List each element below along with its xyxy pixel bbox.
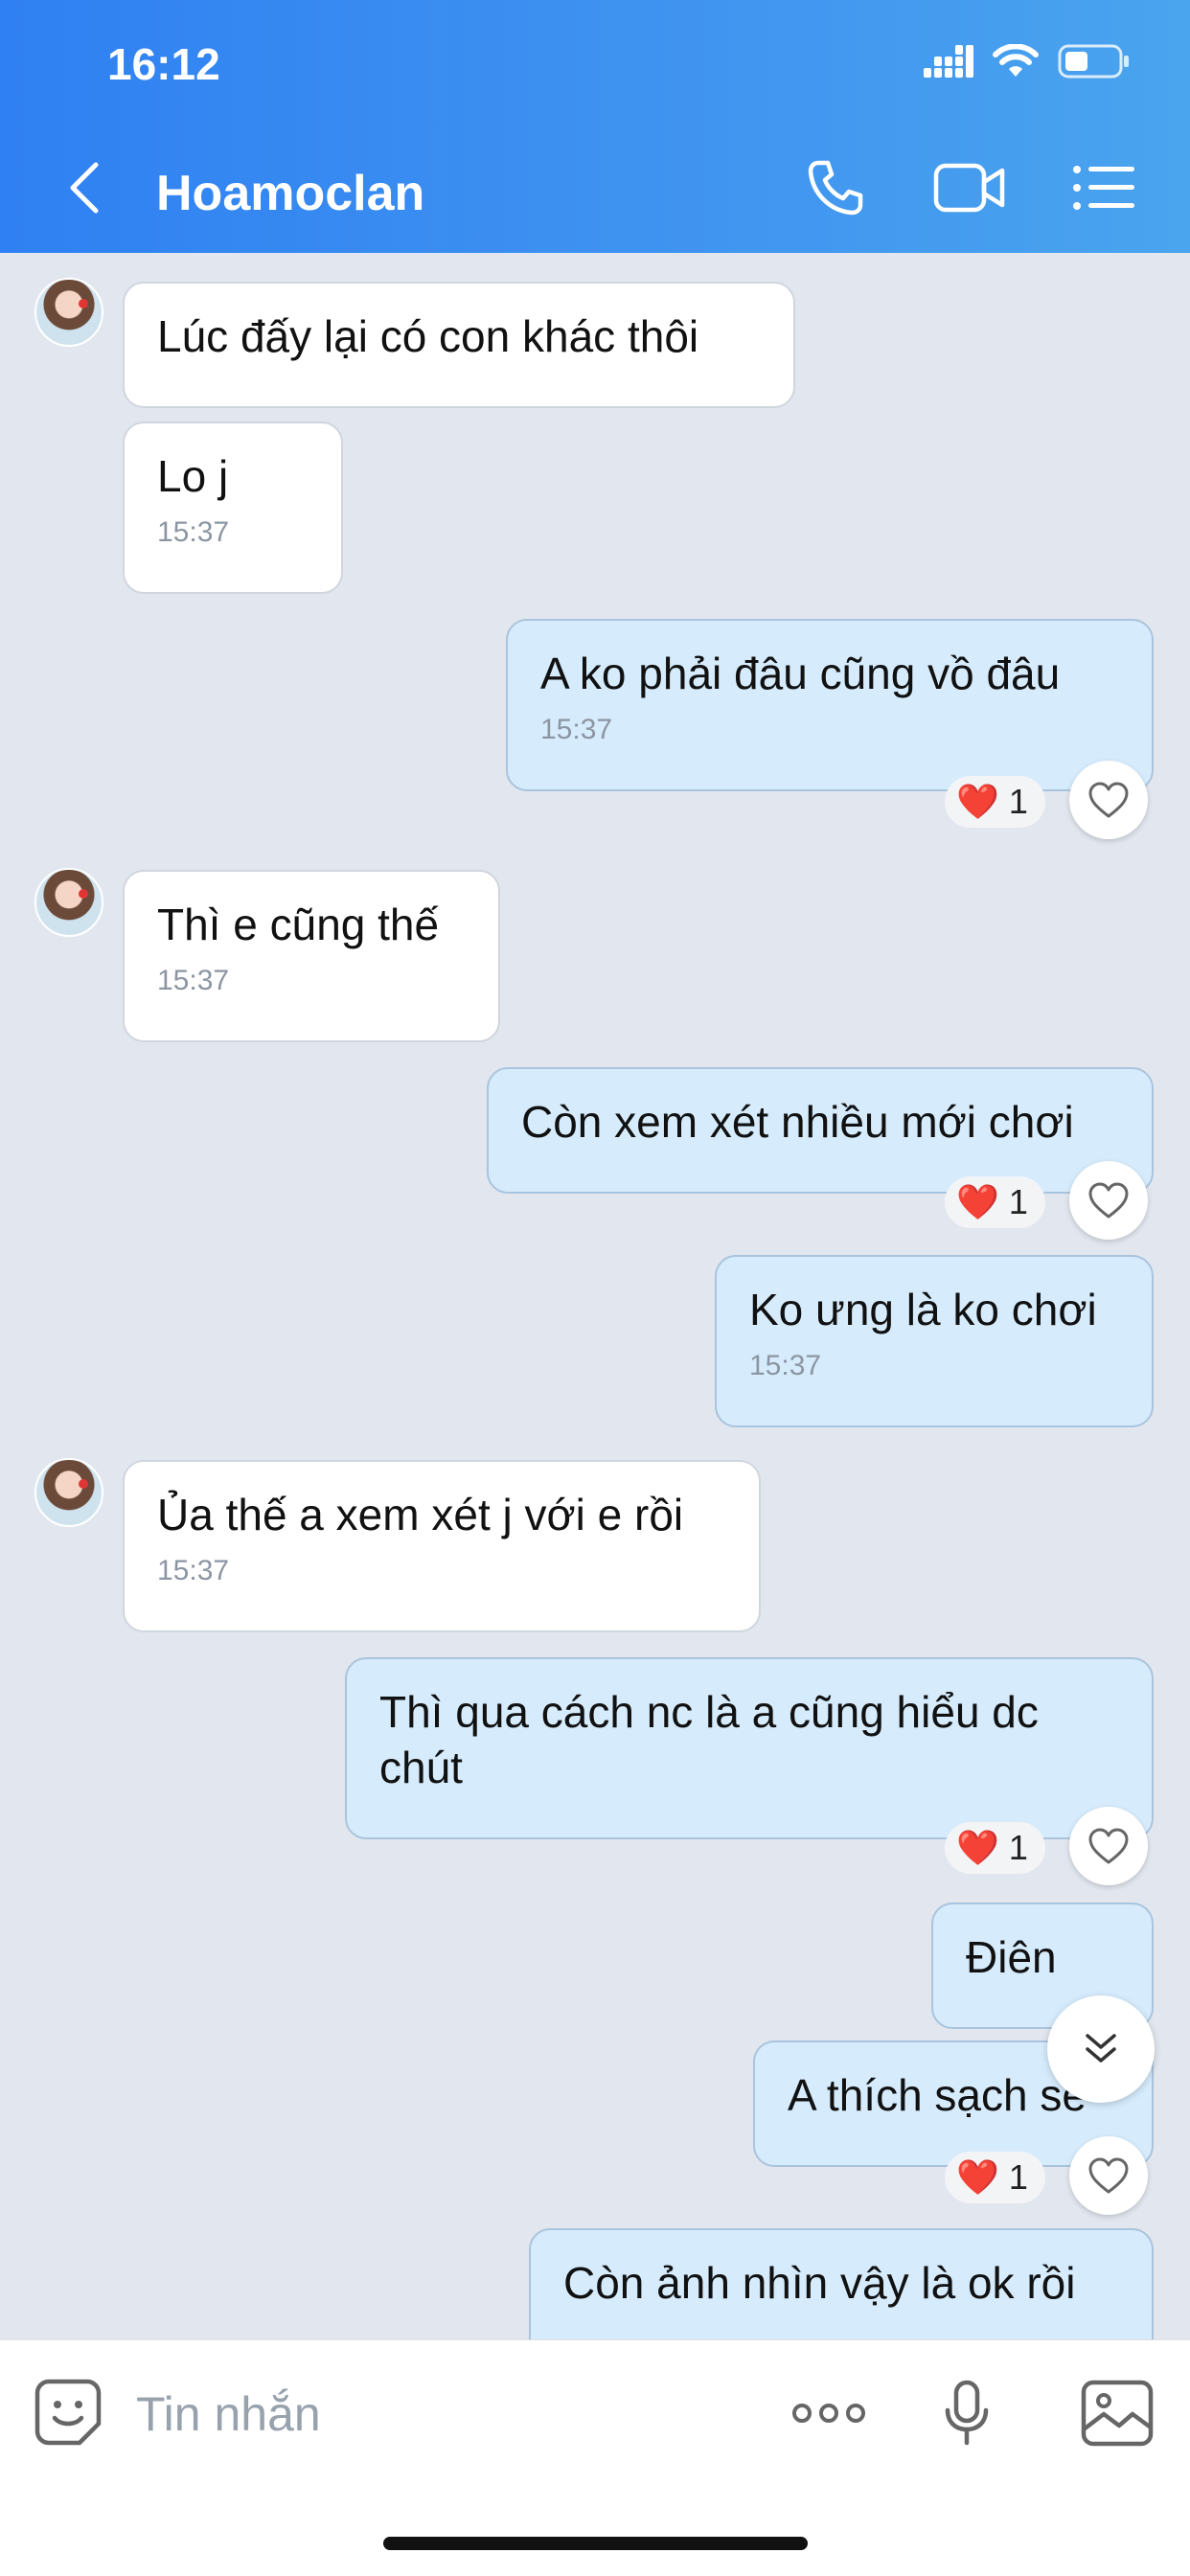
heart-outline-icon — [1088, 2157, 1129, 2194]
contact-avatar[interactable] — [34, 1458, 103, 1527]
message-bubble-out[interactable]: Thì qua cách nc là a cũng hiểu dc chút — [345, 1657, 1154, 1839]
message-input[interactable] — [134, 2384, 713, 2444]
heart-outline-icon — [1088, 1828, 1129, 1864]
reaction-count: 1 — [1008, 782, 1028, 821]
reaction-count: 1 — [1008, 1182, 1028, 1221]
contact-avatar[interactable] — [34, 278, 103, 347]
list-menu-icon — [1073, 166, 1134, 210]
image-icon — [1081, 2380, 1154, 2447]
reaction-count: 1 — [1008, 1828, 1028, 1867]
react-button[interactable] — [1069, 1161, 1148, 1240]
reaction-count: 1 — [1008, 2157, 1028, 2197]
message-text: Ủa thế a xem xét j với e rồi — [157, 1490, 684, 1539]
phone-icon — [808, 160, 863, 216]
message-text: Thì e cũng thế — [157, 900, 440, 949]
message-text: Thì qua cách nc là a cũng hiểu dc chút — [379, 1687, 1039, 1792]
reaction-badge[interactable]: ❤️ 1 — [945, 2152, 1045, 2203]
more-options-button[interactable] — [786, 2386, 872, 2440]
heart-outline-icon — [1088, 782, 1129, 818]
message-bubble-out[interactable]: A ko phải đâu cũng vồ đâu 15:37 — [506, 619, 1154, 791]
chat-title: Hoamoclan — [156, 166, 425, 221]
video-camera-icon — [933, 163, 1005, 213]
chat-header: 16:12 Hoamoclan — [0, 0, 1190, 253]
message-bubble-in[interactable]: Lo j 15:37 — [123, 422, 343, 594]
message-text: Lúc đấy lại có con khác thôi — [157, 311, 699, 361]
message-text: Ko ưng là ko chơi — [749, 1285, 1097, 1334]
message-time: 15:37 — [157, 1555, 230, 1586]
message-time: 15:37 — [157, 516, 230, 548]
heart-reaction-icon: ❤️ — [956, 1828, 999, 1867]
heart-reaction-icon: ❤️ — [956, 2157, 999, 2197]
more-dots-icon — [792, 2404, 865, 2423]
back-button[interactable] — [56, 153, 113, 222]
message-text: A ko phải đâu cũng vồ đâu — [540, 649, 1061, 698]
sticker-smile-icon — [34, 2379, 102, 2446]
react-button[interactable] — [1069, 2136, 1148, 2215]
reaction-badge[interactable]: ❤️ 1 — [945, 776, 1045, 828]
menu-button[interactable] — [1065, 153, 1142, 222]
cellular-signal-icon — [924, 45, 973, 78]
heart-outline-icon — [1088, 1182, 1129, 1219]
status-icons — [924, 42, 1131, 80]
message-bubble-in[interactable]: Ủa thế a xem xét j với e rồi 15:37 — [123, 1460, 761, 1632]
message-bubble-out[interactable]: Còn xem xét nhiều mới chơi — [487, 1067, 1154, 1194]
reaction-badge[interactable]: ❤️ 1 — [945, 1822, 1045, 1874]
battery-icon — [1058, 44, 1129, 79]
contact-avatar[interactable] — [34, 868, 103, 937]
heart-reaction-icon: ❤️ — [956, 1182, 999, 1221]
message-text: Điên — [966, 1932, 1057, 1982]
message-list[interactable]: Lúc đấy lại có con khác thôi Lo j 15:37 … — [0, 253, 1190, 2339]
composer-bar — [0, 2339, 1190, 2576]
message-bubble-in[interactable]: Thì e cũng thế 15:37 — [123, 870, 500, 1042]
react-button[interactable] — [1069, 1807, 1148, 1885]
message-text: A thích sạch sẽ — [788, 2070, 1087, 2120]
message-time: 15:37 — [157, 965, 230, 996]
voice-record-button[interactable] — [933, 2377, 1000, 2450]
message-text: Lo j — [157, 451, 229, 501]
message-text: Còn ảnh nhìn vậy là ok rồi — [563, 2258, 1076, 2308]
heart-reaction-icon: ❤️ — [956, 782, 999, 821]
status-time: 16:12 — [107, 39, 220, 89]
emoji-button[interactable] — [31, 2375, 105, 2450]
message-bubble-out[interactable]: Còn ảnh nhìn vậy là ok rồi — [529, 2228, 1154, 2339]
chevron-left-icon — [70, 162, 99, 214]
message-time: 15:37 — [749, 1350, 822, 1381]
video-call-button[interactable] — [931, 153, 1008, 222]
call-button[interactable] — [797, 153, 874, 222]
message-text: Còn xem xét nhiều mới chơi — [521, 1097, 1074, 1147]
message-bubble-in[interactable]: Lúc đấy lại có con khác thôi — [123, 282, 795, 408]
double-chevron-down-icon — [1086, 2034, 1116, 2063]
microphone-icon — [945, 2380, 989, 2446]
scroll-to-bottom-button[interactable] — [1047, 1995, 1155, 2103]
message-time: 15:37 — [540, 714, 613, 745]
home-indicator — [383, 2537, 808, 2550]
reaction-badge[interactable]: ❤️ 1 — [945, 1176, 1045, 1228]
message-bubble-out[interactable]: Ko ưng là ko chơi 15:37 — [715, 1255, 1154, 1427]
send-image-button[interactable] — [1079, 2377, 1156, 2450]
react-button[interactable] — [1069, 761, 1148, 839]
wifi-icon — [993, 44, 1039, 77]
